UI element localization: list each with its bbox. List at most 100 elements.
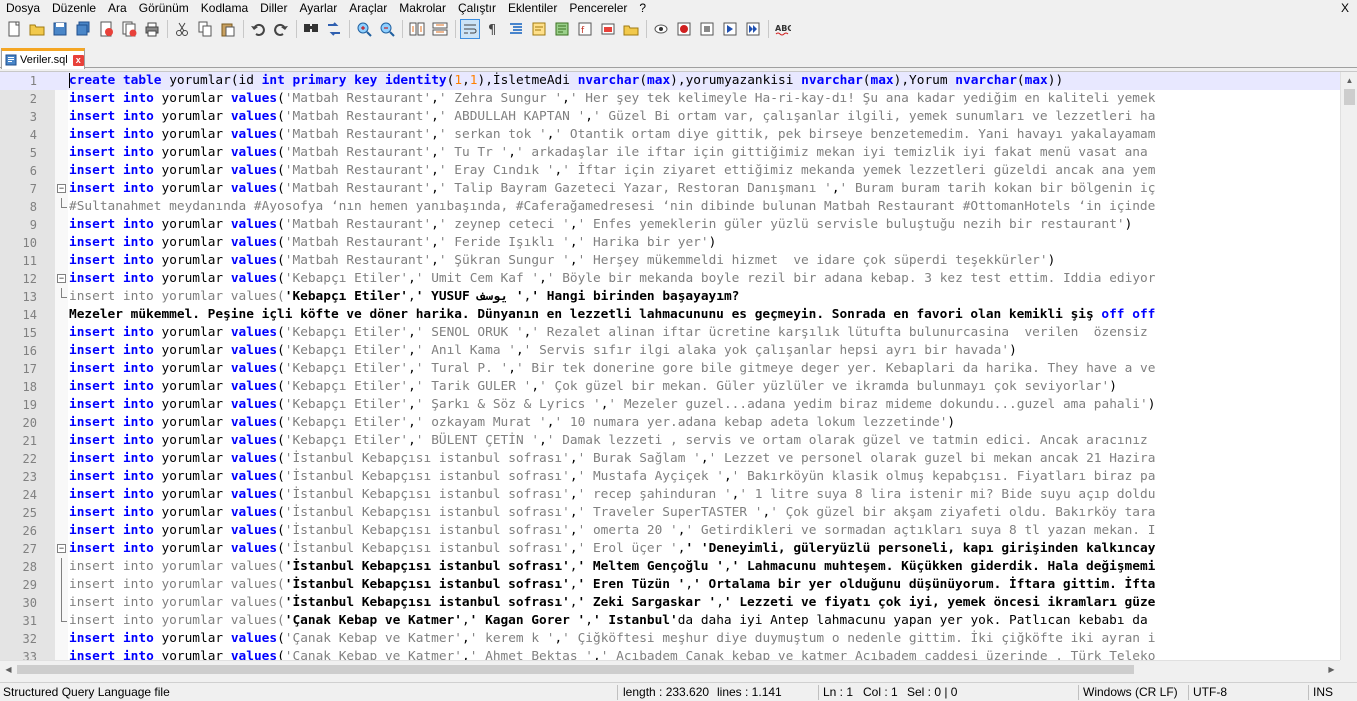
scroll-left-icon[interactable]: ◀ [0, 661, 17, 678]
code-line[interactable]: 25 insert into yorumlar values('İstanbul … [0, 504, 1340, 522]
menu-item-8[interactable]: Makrolar [393, 0, 452, 16]
menu-item-2[interactable]: Ara [102, 0, 133, 16]
menu-item-6[interactable]: Ayarlar [293, 0, 343, 16]
menu-item-1[interactable]: Düzenle [46, 0, 102, 16]
menu-item-7[interactable]: Araçlar [343, 0, 393, 16]
code-line[interactable]: 18 insert into yorumlar values('Kebapçı E… [0, 378, 1340, 396]
play-macro-icon[interactable] [697, 19, 717, 39]
run-macro-multiple-icon[interactable] [720, 19, 740, 39]
code-line[interactable]: 28 insert into yorumlar values('İstanbul … [0, 558, 1340, 576]
code-line[interactable]: 31 insert into yorumlar values('Çanak Keb… [0, 612, 1340, 630]
fold-toggle-icon[interactable]: − [57, 184, 66, 193]
close-icon[interactable] [96, 19, 116, 39]
code-line[interactable]: 3 insert into yorumlar values('Matbah Res… [0, 108, 1340, 126]
paste-icon[interactable] [218, 19, 238, 39]
fold-toggle-icon[interactable]: − [57, 544, 66, 553]
code-line[interactable]: 6 insert into yorumlar values('Matbah Res… [0, 162, 1340, 180]
tab-veriler-sql[interactable]: Veriler.sql x [1, 48, 85, 69]
line-number: 25 [22, 506, 37, 520]
code-line[interactable]: 5 insert into yorumlar values('Matbah Res… [0, 144, 1340, 162]
monitor-icon[interactable] [621, 19, 641, 39]
code-line[interactable]: 2 insert into yorumlar values('Matbah Res… [0, 90, 1340, 108]
menu-item-12[interactable]: ? [633, 0, 652, 16]
code-line[interactable]: 10 insert into yorumlar values('Matbah Re… [0, 234, 1340, 252]
show-all-chars-icon[interactable]: ¶ [483, 19, 503, 39]
folder-workspace-icon[interactable] [598, 19, 618, 39]
word-wrap-icon[interactable] [460, 19, 480, 39]
close-all-icon[interactable] [119, 19, 139, 39]
status-eol[interactable]: Windows (CR LF) [1080, 683, 1178, 701]
code-line[interactable]: 17 insert into yorumlar values('Kebapçı E… [0, 360, 1340, 378]
save-all-icon[interactable] [73, 19, 93, 39]
code-line[interactable]: 7 − insert into yorumlar values('Matbah Re… [0, 180, 1340, 198]
replace-icon[interactable] [324, 19, 344, 39]
code-line[interactable]: 23 insert into yorumlar values('İstanbul … [0, 468, 1340, 486]
code-line[interactable]: 8 #Sultanahmet meydanında #Ayosofya ‘nın … [0, 198, 1340, 216]
copy-icon[interactable] [195, 19, 215, 39]
code-line[interactable]: 9 insert into yorumlar values('Matbah Res… [0, 216, 1340, 234]
line-number: 26 [22, 524, 37, 538]
menu-item-9[interactable]: Çalıştır [452, 0, 502, 16]
vertical-scroll-thumb[interactable] [1344, 89, 1355, 105]
status-insert-mode[interactable]: INS [1310, 683, 1333, 701]
sync-horizontal-icon[interactable] [430, 19, 450, 39]
menu-item-5[interactable]: Diller [254, 0, 293, 16]
code-line[interactable]: 19 insert into yorumlar values('Kebapçı E… [0, 396, 1340, 414]
sync-vertical-icon[interactable] [407, 19, 427, 39]
find-icon[interactable] [301, 19, 321, 39]
line-number: 6 [29, 164, 37, 178]
open-file-icon[interactable] [27, 19, 47, 39]
doc-map-icon[interactable] [552, 19, 572, 39]
stop-record-icon[interactable] [674, 19, 694, 39]
status-encoding[interactable]: UTF-8 [1190, 683, 1227, 701]
indent-guide-icon[interactable] [506, 19, 526, 39]
code-line[interactable]: 4 insert into yorumlar values('Matbah Res… [0, 126, 1340, 144]
vertical-scrollbar[interactable]: ▲ [1340, 72, 1357, 661]
scroll-up-icon[interactable]: ▲ [1341, 72, 1357, 89]
svg-text:ABC: ABC [775, 24, 791, 33]
line-code: insert into yorumlar values('Matbah Rest… [69, 91, 1156, 106]
notepad-plus-plus-window: Dosya Düzenle Ara Görünüm Kodlama Diller Ayarl… [0, 0, 1357, 701]
new-file-icon[interactable] [4, 19, 24, 39]
code-line[interactable]: 21 insert into yorumlar values('Kebapçı E… [0, 432, 1340, 450]
code-line[interactable]: 15 insert into yorumlar values('Kebapçı E… [0, 324, 1340, 342]
function-list-icon[interactable]: f [575, 19, 595, 39]
code-line[interactable]: 14 Mezeler mükemmel. Peşine içli köfte ve… [0, 306, 1340, 324]
save-macro-icon[interactable] [743, 19, 763, 39]
code-line[interactable]: 29 insert into yorumlar values('İstanbul … [0, 576, 1340, 594]
user-lang-icon[interactable] [529, 19, 549, 39]
fold-toggle-icon[interactable]: − [57, 274, 66, 283]
undo-icon[interactable] [248, 19, 268, 39]
code-line[interactable]: 30 insert into yorumlar values('İstanbul … [0, 594, 1340, 612]
code-line[interactable]: 11 insert into yorumlar values('Matbah Re… [0, 252, 1340, 270]
save-icon[interactable] [50, 19, 70, 39]
code-line[interactable]: 27 − insert into yorumlar values('İstanbul… [0, 540, 1340, 558]
code-line[interactable]: 32 insert into yorumlar values('Çanak Keb… [0, 630, 1340, 648]
menu-item-3[interactable]: Görünüm [133, 0, 195, 16]
code-line[interactable]: 24 insert into yorumlar values('İstanbul … [0, 486, 1340, 504]
menu-item-11[interactable]: Pencereler [563, 0, 633, 16]
cut-icon[interactable] [172, 19, 192, 39]
code-line[interactable]: 13 insert into yorumlar values('Kebapçı E… [0, 288, 1340, 306]
menu-item-0[interactable]: Dosya [0, 0, 46, 16]
scroll-right-icon[interactable]: ▶ [1323, 661, 1340, 678]
code-line[interactable]: 22 insert into yorumlar values('İstanbul … [0, 450, 1340, 468]
spellcheck-icon[interactable]: ABC [773, 19, 793, 39]
menu-close-button[interactable]: X [1341, 0, 1349, 16]
zoom-in-icon[interactable] [354, 19, 374, 39]
code-line[interactable]: 1 create table yorumlar(id int primary ke… [0, 72, 1340, 90]
horizontal-scroll-thumb[interactable] [17, 665, 1134, 674]
print-icon[interactable] [142, 19, 162, 39]
record-macro-icon[interactable] [651, 19, 671, 39]
code-line[interactable]: 20 insert into yorumlar values('Kebapçı E… [0, 414, 1340, 432]
redo-icon[interactable] [271, 19, 291, 39]
editor[interactable]: 1 create table yorumlar(id int primary ke… [0, 71, 1357, 661]
code-line[interactable]: 26 insert into yorumlar values('İstanbul … [0, 522, 1340, 540]
tab-close-icon[interactable]: x [72, 54, 84, 66]
code-line[interactable]: 16 insert into yorumlar values('Kebapçı E… [0, 342, 1340, 360]
zoom-out-icon[interactable] [377, 19, 397, 39]
code-line[interactable]: 12 − insert into yorumlar values('Kebapçı … [0, 270, 1340, 288]
horizontal-scrollbar[interactable]: ◀ ▶ [0, 660, 1340, 677]
menu-item-10[interactable]: Eklentiler [502, 0, 563, 16]
menu-item-4[interactable]: Kodlama [195, 0, 254, 16]
